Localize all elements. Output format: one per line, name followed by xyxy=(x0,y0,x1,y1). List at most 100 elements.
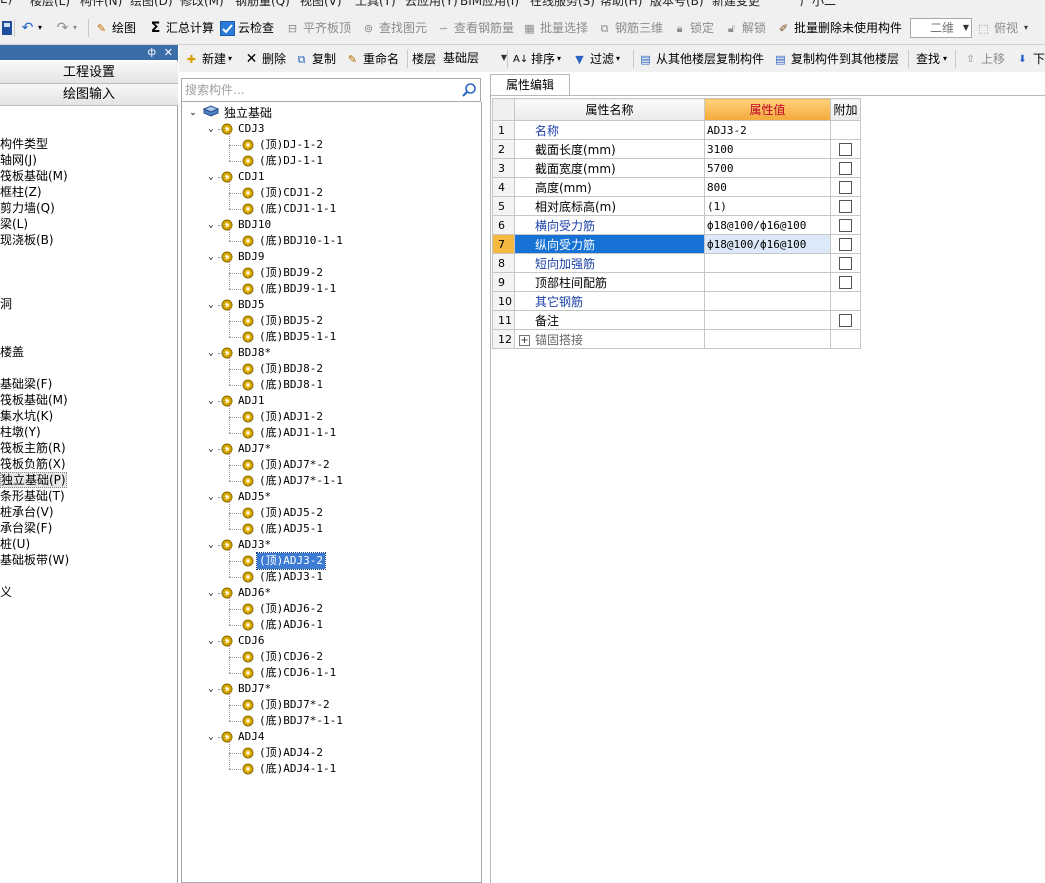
property-row[interactable]: 3 截面宽度(mm) 5700 xyxy=(492,158,861,178)
property-value[interactable]: ADJ3-2 xyxy=(704,120,831,140)
tree-group[interactable]: ⌄ BDJ5 xyxy=(206,297,267,313)
nav-item[interactable]: 构件类型 xyxy=(0,136,48,152)
extra-checkbox[interactable] xyxy=(839,219,852,232)
chevron-down-icon[interactable]: ⌄ xyxy=(206,345,216,361)
nav-item[interactable]: 筏板基础(M) xyxy=(0,168,68,184)
rebar-3d-button[interactable]: ⧉ 钢筋三维 xyxy=(597,19,663,37)
menu-item[interactable]: BIM应用(I) xyxy=(460,0,519,8)
tree-group[interactable]: ⌄ ADJ5* xyxy=(206,489,273,505)
move-down-button[interactable]: ⬇ 下 xyxy=(1015,50,1045,68)
copy-button[interactable]: ⧉ 复制 xyxy=(294,50,336,68)
tree-leaf[interactable]: (底)CDJ1-1-1 xyxy=(242,201,338,217)
view-mode-select[interactable]: 二维 ▼ xyxy=(910,18,972,38)
tree-leaf[interactable]: (底)CDJ6-1-1 xyxy=(242,665,338,681)
nav-item[interactable]: 义 xyxy=(0,584,12,600)
chevron-down-icon[interactable]: ⌄ xyxy=(206,297,216,313)
delete-button[interactable]: ✕ 删除 xyxy=(244,50,286,68)
tree-group[interactable]: ⌄ BDJ10 xyxy=(206,217,273,233)
nav-item[interactable]: 集水坑(K) xyxy=(0,408,53,424)
nav-item[interactable]: 基础板带(W) xyxy=(0,552,69,568)
flush-top-button[interactable]: ⊟ 平齐板顶 xyxy=(285,19,351,37)
chevron-down-icon[interactable]: ⌄ xyxy=(206,393,216,409)
menu-item[interactable]: 广小二 xyxy=(800,0,836,8)
tree-leaf[interactable]: (底)ADJ3-1 xyxy=(242,569,325,585)
extra-checkbox[interactable] xyxy=(839,181,852,194)
property-row[interactable]: 9 顶部柱间配筋 xyxy=(492,272,861,292)
property-value[interactable]: ф18@100/ф16@100 xyxy=(704,215,831,235)
property-row[interactable]: 12 + 锚固搭接 xyxy=(492,329,861,349)
tree-leaf[interactable]: (顶)DJ-1-2 xyxy=(242,137,325,153)
tree-leaf[interactable]: (底)ADJ1-1-1 xyxy=(242,425,338,441)
sort-button[interactable]: A↓ 排序 ▾ xyxy=(513,50,561,68)
floor-select[interactable]: 基础层 ▼ xyxy=(439,49,507,69)
chevron-down-icon[interactable]: ⌄ xyxy=(206,633,216,649)
search-input[interactable] xyxy=(182,79,456,101)
extra-checkbox[interactable] xyxy=(839,257,852,270)
move-up-button[interactable]: ⇧ 上移 xyxy=(963,50,1005,68)
nav-item[interactable]: 条形基础(T) xyxy=(0,488,65,504)
chevron-down-icon[interactable]: ⌄ xyxy=(206,681,216,697)
undo-button[interactable]: ↶ ▾ xyxy=(20,19,42,37)
chevron-down-icon[interactable]: ⌄ xyxy=(206,489,216,505)
tree-leaf[interactable]: (顶)ADJ6-2 xyxy=(242,601,325,617)
unlock-button[interactable]: 🔓︎ 解锁 xyxy=(724,19,766,37)
tree-group[interactable]: ⌄ CDJ1 xyxy=(206,169,267,185)
lock-button[interactable]: 🔒︎ 锁定 xyxy=(672,19,714,37)
property-row[interactable]: 1 名称 ADJ3-2 xyxy=(492,120,861,140)
nav-item[interactable]: 现浇板(B) xyxy=(0,232,54,248)
property-value[interactable]: (1) xyxy=(704,196,831,216)
nav-item[interactable]: 基础梁(F) xyxy=(0,376,52,392)
tree-leaf[interactable]: (底)BDJ9-1-1 xyxy=(242,281,338,297)
view-direction-button[interactable]: ⬚ 俯视 ▾ xyxy=(976,19,1028,37)
tree-group[interactable]: ⌄ ADJ4 xyxy=(206,729,267,745)
tree-leaf[interactable]: (顶)BDJ7*-2 xyxy=(242,697,332,713)
menu-item[interactable]: 在线服务(S) xyxy=(530,0,595,8)
chevron-down-icon[interactable]: ⌄ xyxy=(206,169,216,185)
property-value[interactable] xyxy=(704,310,831,330)
tree-group[interactable]: ⌄ ADJ6* xyxy=(206,585,273,601)
nav-item[interactable]: 桩(U) xyxy=(0,536,30,552)
copy-from-floor-button[interactable]: ▤ 从其他楼层复制构件 xyxy=(638,50,764,68)
chevron-down-icon[interactable]: ⌄ xyxy=(206,249,216,265)
batch-select-button[interactable]: ▦ 批量选择 xyxy=(522,19,588,37)
property-value[interactable] xyxy=(704,291,831,311)
property-row[interactable]: 8 短向加强筋 xyxy=(492,253,861,273)
property-value[interactable]: 3100 xyxy=(704,139,831,159)
property-value[interactable]: ф18@100/ф16@100 xyxy=(704,234,831,254)
extra-checkbox[interactable] xyxy=(839,162,852,175)
nav-item[interactable]: 独立基础(P) xyxy=(0,472,67,488)
tree-leaf[interactable]: (顶)BDJ9-2 xyxy=(242,265,325,281)
property-value-header[interactable]: 属性值 xyxy=(704,98,831,121)
draw-button[interactable]: ✎ 绘图 xyxy=(94,19,136,37)
nav-item[interactable]: 框柱(Z) xyxy=(0,184,42,200)
menu-item[interactable]: 楼层(L) xyxy=(30,0,70,8)
tree-leaf[interactable]: (顶)CDJ6-2 xyxy=(242,649,325,665)
menu-item[interactable]: 云应用(Y) xyxy=(405,0,458,8)
tree-leaf[interactable]: (顶)CDJ1-2 xyxy=(242,185,325,201)
tree-leaf[interactable]: (底)BDJ8-1 xyxy=(242,377,325,393)
tree-leaf[interactable]: (顶)BDJ8-2 xyxy=(242,361,325,377)
copy-to-floor-button[interactable]: ▤ 复制构件到其他楼层 xyxy=(773,50,899,68)
tree-leaf[interactable]: (底)DJ-1-1 xyxy=(242,153,325,169)
menu-item[interactable]: 版本号(B) xyxy=(650,0,704,8)
chevron-down-icon[interactable]: ⌄ xyxy=(206,729,216,745)
tree-root[interactable]: ⌄ 独立基础 xyxy=(188,105,274,121)
chevron-down-icon[interactable]: ⌄ xyxy=(206,537,216,553)
search-icon[interactable] xyxy=(461,82,477,98)
menu-item[interactable]: E) xyxy=(0,0,12,6)
property-value[interactable]: 800 xyxy=(704,177,831,197)
pin-icon[interactable]: ф xyxy=(147,45,156,60)
project-settings-button[interactable]: 工程设置 xyxy=(0,62,178,84)
menu-item[interactable]: 帮助(H) xyxy=(600,0,642,8)
tree-leaf[interactable]: (顶)ADJ1-2 xyxy=(242,409,325,425)
tree-group[interactable]: ⌄ BDJ9 xyxy=(206,249,267,265)
nav-item[interactable]: 桩承台(V) xyxy=(0,504,54,520)
draw-input-button[interactable]: 绘图输入 xyxy=(0,84,178,106)
nav-item[interactable]: 剪力墙(Q) xyxy=(0,200,55,216)
tree-group[interactable]: ⌄ ADJ7* xyxy=(206,441,273,457)
tab-property-edit[interactable]: 属性编辑 xyxy=(490,74,570,96)
nav-item[interactable]: 筏板负筋(X) xyxy=(0,456,66,472)
tree-leaf[interactable]: (底)ADJ6-1 xyxy=(242,617,325,633)
nav-item[interactable]: 轴网(J) xyxy=(0,152,37,168)
chevron-down-icon[interactable]: ⌄ xyxy=(206,217,216,233)
